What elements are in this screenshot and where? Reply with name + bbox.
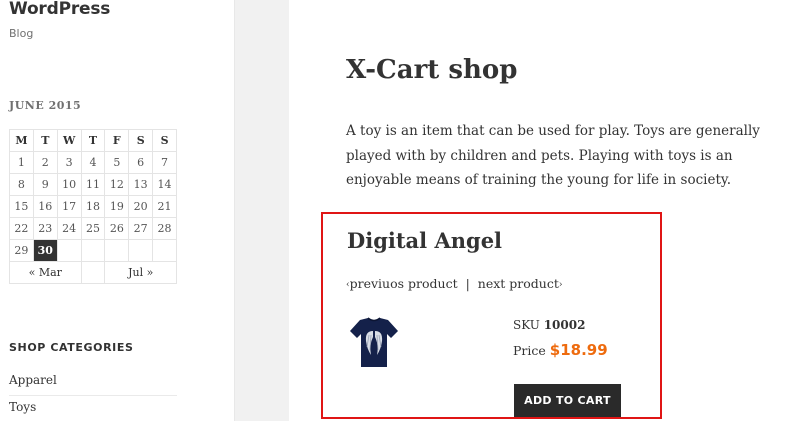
calendar-empty-cell bbox=[152, 239, 177, 262]
weekday: W bbox=[56, 129, 82, 152]
weekday: F bbox=[104, 129, 130, 152]
calendar-empty-cell bbox=[56, 239, 82, 262]
product-title[interactable]: Digital Angel bbox=[347, 228, 502, 253]
calendar-day: 27 bbox=[128, 217, 154, 240]
previous-product-link[interactable]: previuos product bbox=[350, 276, 458, 291]
page-intro: A toy is an item that can be used for pl… bbox=[346, 123, 760, 188]
shop-categories-title: SHOP CATEGORIES bbox=[9, 341, 134, 354]
calendar-empty-cell bbox=[128, 239, 154, 262]
calendar-day: 10 bbox=[56, 173, 82, 196]
calendar-day: 20 bbox=[128, 195, 154, 218]
calendar-day: 25 bbox=[80, 217, 106, 240]
page-title: X-Cart shop bbox=[346, 55, 518, 85]
product-navigation: ‹previuos product | next product› bbox=[346, 276, 562, 291]
product-sku: SKU 10002 bbox=[513, 318, 585, 332]
calendar-day: 21 bbox=[152, 195, 177, 218]
weekday: M bbox=[9, 129, 34, 152]
calendar-day: 7 bbox=[152, 151, 177, 174]
calendar-day: 1 bbox=[9, 151, 34, 174]
weekday: S bbox=[152, 129, 177, 152]
calendar-day: 9 bbox=[32, 173, 58, 196]
weekday: T bbox=[80, 129, 106, 152]
calendar-week: 15 16 17 18 19 20 21 bbox=[9, 195, 177, 218]
calendar-day: 19 bbox=[104, 195, 130, 218]
category-item-toys[interactable]: Toys bbox=[9, 396, 177, 421]
calendar-day: 13 bbox=[128, 173, 154, 196]
calendar-caption: JUNE 2015 bbox=[9, 99, 82, 112]
calendar-day: 15 bbox=[9, 195, 34, 218]
nav-separator: | bbox=[465, 276, 470, 291]
product-price: Price $18.99 bbox=[513, 341, 608, 359]
calendar-week: 1234567 bbox=[9, 151, 177, 174]
main-content: X-Cart shop A toy is an item that can be… bbox=[289, 0, 800, 421]
product-widget: Digital Angel ‹previuos product | next p… bbox=[321, 212, 662, 419]
calendar-day: 28 bbox=[152, 217, 177, 240]
calendar-week: 29 30 bbox=[9, 239, 177, 262]
sku-label: SKU bbox=[513, 318, 540, 332]
calendar-day: 12 bbox=[104, 173, 130, 196]
category-item-apparel[interactable]: Apparel bbox=[9, 369, 177, 396]
calendar-empty-cell bbox=[80, 239, 106, 262]
calendar-day: 29 bbox=[9, 239, 34, 262]
next-product-link[interactable]: next product bbox=[478, 276, 559, 291]
calendar-day-today: 30 bbox=[32, 239, 58, 262]
calendar-day: 3 bbox=[56, 151, 82, 174]
calendar-day: 16 bbox=[32, 195, 58, 218]
calendar-weekdays: M T W T F S S bbox=[9, 129, 177, 152]
calendar-day: 11 bbox=[80, 173, 106, 196]
calendar-day: 17 bbox=[56, 195, 82, 218]
calendar-day: 6 bbox=[128, 151, 154, 174]
calendar-day: 2 bbox=[32, 151, 58, 174]
price-label: Price bbox=[513, 343, 546, 358]
calendar-day: 18 bbox=[80, 195, 106, 218]
chevron-right-icon: › bbox=[558, 280, 563, 290]
tshirt-angel-wings-icon[interactable] bbox=[347, 317, 401, 369]
calendar-prev-link[interactable]: « Mar bbox=[9, 261, 82, 284]
calendar: M T W T F S S 1 2 3 4 5 6 7 8 9 10 11 12 13 14 15 16 17 1… bbox=[9, 129, 177, 284]
calendar-day: 22 bbox=[9, 217, 34, 240]
site-description: Blog bbox=[9, 27, 34, 40]
price-amount: $18.99 bbox=[549, 341, 608, 359]
weekday: S bbox=[128, 129, 154, 152]
sidebar: WordPress Blog JUNE 2015 M T W T F S S 1… bbox=[0, 0, 234, 421]
calendar-nav-spacer bbox=[80, 261, 106, 284]
calendar-day: 24 bbox=[56, 217, 82, 240]
calendar-day: 8 bbox=[9, 173, 34, 196]
calendar-body: 1 2 3 4 5 6 7 8 9 10 11 12 13 14 15 16 17 18 19 20 21 22 23 24 2… bbox=[9, 151, 177, 262]
calendar-week: 8 9 10 11 12 13 14 bbox=[9, 173, 177, 196]
sku-value: 10002 bbox=[543, 318, 586, 332]
calendar-day: 5 bbox=[104, 151, 130, 174]
add-to-cart-button[interactable]: ADD TO CART bbox=[514, 384, 621, 417]
calendar-nav-row: « Mar Jul » bbox=[9, 261, 177, 284]
calendar-day: 14 bbox=[152, 173, 177, 196]
calendar-week: 22 23 24 25 26 27 28 bbox=[9, 217, 177, 240]
calendar-day: 26 bbox=[104, 217, 130, 240]
calendar-day: 4 bbox=[80, 151, 106, 174]
calendar-empty-cell bbox=[104, 239, 130, 262]
content-gutter bbox=[234, 0, 289, 421]
calendar-next-link[interactable]: Jul » bbox=[104, 261, 177, 284]
calendar-day: 23 bbox=[32, 217, 58, 240]
shop-categories-list: Apparel Toys bbox=[9, 369, 177, 421]
weekday: T bbox=[32, 129, 58, 152]
site-title[interactable]: WordPress bbox=[9, 0, 110, 19]
